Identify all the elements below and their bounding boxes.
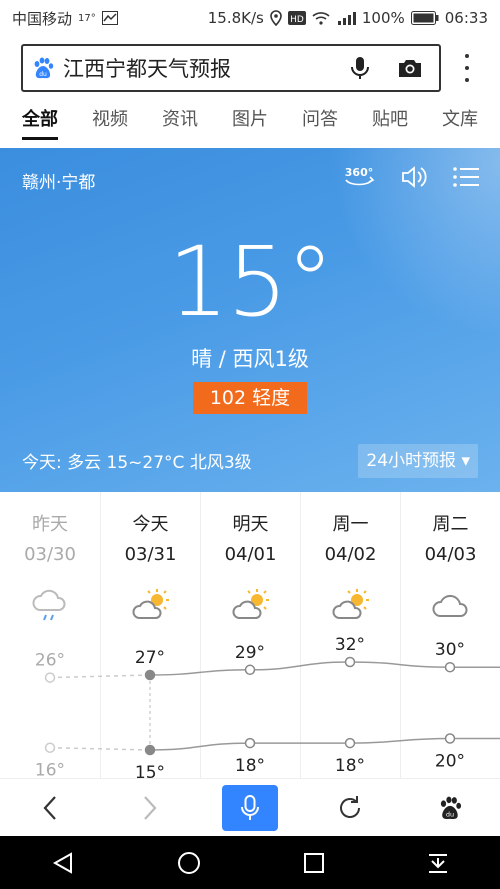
- partly-sunny-icon: [232, 589, 269, 619]
- forecast-day[interactable]: 今天 03/31: [100, 492, 200, 778]
- speaker-icon[interactable]: [400, 164, 428, 190]
- tab-all[interactable]: 全部: [22, 98, 58, 148]
- microphone-icon: [241, 794, 259, 820]
- battery-percent: 100%: [361, 9, 405, 27]
- forecast-day[interactable]: 明天 04/01: [200, 492, 300, 778]
- current-condition: 晴 / 西风1级: [191, 347, 309, 371]
- current-temperature: 15°: [167, 226, 334, 338]
- day-name: 周二: [432, 514, 469, 535]
- day-date: 03/30: [24, 544, 76, 565]
- location-icon: [270, 10, 282, 26]
- refresh-icon: [340, 795, 360, 818]
- list-menu-icon[interactable]: [452, 165, 480, 189]
- nav-recents-icon[interactable]: [303, 852, 325, 874]
- browser-toolbar: du: [0, 778, 500, 836]
- day-date: 04/01: [224, 544, 277, 565]
- baidu-paw-icon: du: [440, 796, 462, 819]
- carrier-label: 中国移动: [12, 9, 73, 28]
- tab-qa[interactable]: 问答: [302, 98, 338, 148]
- partly-sunny-icon: [132, 589, 169, 619]
- svg-text:du: du: [446, 810, 454, 818]
- svg-text:du: du: [39, 71, 47, 78]
- battery-icon: [410, 11, 439, 25]
- tab-video[interactable]: 视频: [92, 98, 128, 148]
- hourly-forecast-button[interactable]: 24小时预报 ▾: [358, 444, 478, 478]
- daily-forecast: 昨天 03/30 今天 03/31 明天 04/01 周一 04/02 周二 0…: [0, 492, 500, 778]
- category-tabs: 全部 视频 资讯 图片 问答 贴吧 文库: [0, 98, 500, 148]
- partly-sunny-icon: [332, 589, 369, 619]
- day-date: 04/03: [424, 544, 477, 565]
- status-temp: 17°: [78, 12, 96, 24]
- forecast-day[interactable]: 周二 04/03: [400, 492, 500, 778]
- system-navigation-bar: [0, 836, 500, 889]
- panorama-360-icon[interactable]: 360°: [342, 164, 376, 190]
- nav-home-icon[interactable]: [176, 850, 202, 876]
- microphone-icon[interactable]: [349, 55, 371, 81]
- hd-icon: HD: [287, 11, 306, 25]
- forecast-day[interactable]: 周一 04/02: [300, 492, 400, 778]
- clock: 06:33: [444, 9, 488, 27]
- chevron-left-icon: [43, 795, 56, 820]
- svg-text:360°: 360°: [345, 166, 373, 179]
- chevron-right-icon: [144, 795, 157, 820]
- day-name: 周一: [332, 514, 369, 535]
- day-date: 03/31: [124, 544, 177, 565]
- signal-icon: [337, 12, 356, 25]
- day-name: 昨天: [32, 514, 68, 535]
- rain-cloud-icon: [32, 589, 66, 621]
- tab-images[interactable]: 图片: [232, 98, 268, 148]
- more-menu-icon[interactable]: [460, 54, 474, 82]
- baidu-home-button[interactable]: du: [422, 785, 478, 831]
- today-summary: 今天: 多云 15~27°C 北风3级: [22, 453, 252, 473]
- nav-notifications-icon[interactable]: [426, 851, 450, 875]
- network-speed: 15.8K/s: [207, 9, 264, 27]
- back-button[interactable]: [22, 785, 78, 831]
- svg-text:HD: HD: [290, 15, 304, 25]
- aqi-badge[interactable]: 102 轻度: [193, 382, 307, 414]
- refresh-button[interactable]: [322, 785, 378, 831]
- weather-hero: 赣州·宁都 360° 15° 晴 / 西风1级 102 轻度 今天: 多云 15…: [0, 148, 500, 492]
- cloud-icon: [432, 594, 468, 617]
- nav-back-icon[interactable]: [51, 851, 75, 875]
- voice-search-button[interactable]: [222, 784, 278, 831]
- wifi-icon: [312, 12, 330, 25]
- search-box[interactable]: du 江西宁都天气预报: [21, 44, 441, 92]
- activity-icon: [101, 11, 118, 25]
- camera-icon[interactable]: [397, 57, 423, 79]
- tab-news[interactable]: 资讯: [162, 98, 198, 148]
- tab-wenku[interactable]: 文库: [442, 98, 478, 148]
- status-bar: 中国移动 17° 15.8K/s HD 100% 06:33: [0, 0, 500, 36]
- day-name: 今天: [132, 514, 169, 535]
- tab-tieba[interactable]: 贴吧: [372, 98, 408, 148]
- day-date: 04/02: [324, 544, 377, 565]
- location-label[interactable]: 赣州·宁都: [22, 168, 95, 193]
- forward-button[interactable]: [122, 785, 178, 831]
- search-input[interactable]: 江西宁都天气预报: [63, 53, 349, 83]
- forecast-day[interactable]: 昨天 03/30: [0, 492, 100, 778]
- search-header: du 江西宁都天气预报: [0, 36, 500, 98]
- baidu-paw-icon: du: [34, 57, 54, 79]
- day-name: 明天: [232, 514, 269, 535]
